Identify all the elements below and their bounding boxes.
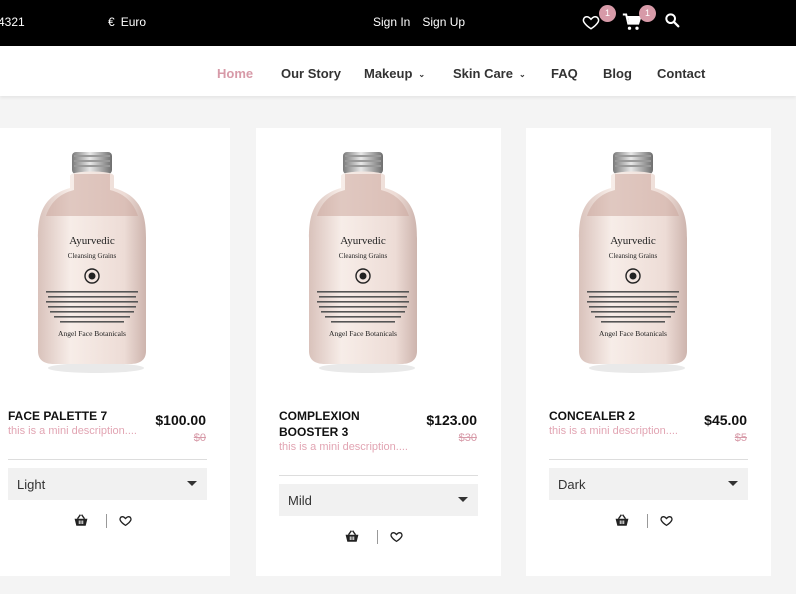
action-divider bbox=[106, 514, 107, 528]
product-name[interactable]: COMPLEXION BOOSTER 3 bbox=[279, 408, 409, 440]
product-card[interactable]: Ayurvedic Cleansing Grains Angel Face Bo… bbox=[0, 128, 230, 576]
add-to-wishlist-button[interactable] bbox=[390, 530, 403, 548]
variant-value: Dark bbox=[558, 477, 586, 492]
action-divider bbox=[377, 530, 378, 544]
nav-faq[interactable]: FAQ bbox=[551, 66, 578, 81]
svg-text:Ayurvedic: Ayurvedic bbox=[69, 235, 115, 247]
product-actions bbox=[0, 514, 215, 530]
product-image[interactable]: Ayurvedic Cleansing Grains Angel Face Bo… bbox=[571, 146, 696, 376]
variant-select[interactable]: Mild bbox=[279, 484, 478, 516]
variant-select[interactable]: Dark bbox=[549, 468, 748, 500]
product-card[interactable]: Ayurvedic Cleansing Grains Angel Face Bo… bbox=[256, 128, 501, 576]
add-to-wishlist-button[interactable] bbox=[660, 514, 673, 532]
top-bar: 4321 € Euro Sign In Sign Up 1 1 bbox=[0, 0, 796, 46]
search-icon bbox=[665, 13, 680, 28]
action-divider bbox=[647, 514, 648, 528]
product-actions bbox=[271, 530, 486, 546]
product-old-price: $30 bbox=[458, 432, 477, 444]
nav-skin-care-label: Skin Care bbox=[453, 66, 513, 81]
product-description: this is a mini description.... bbox=[279, 441, 408, 453]
nav-makeup[interactable]: Makeup ⌄ bbox=[364, 66, 425, 81]
nav-our-story[interactable]: Our Story bbox=[281, 66, 341, 81]
svg-text:Angel Face Botanicals: Angel Face Botanicals bbox=[58, 329, 126, 338]
wishlist-count-badge: 1 bbox=[599, 5, 616, 22]
product-description: this is a mini description.... bbox=[549, 425, 678, 437]
svg-text:Angel Face Botanicals: Angel Face Botanicals bbox=[599, 329, 667, 338]
product-card[interactable]: Ayurvedic Cleansing Grains Angel Face Bo… bbox=[526, 128, 771, 576]
add-to-basket-button[interactable] bbox=[345, 530, 359, 548]
svg-text:Cleansing Grains: Cleansing Grains bbox=[609, 252, 658, 260]
product-old-price: $0 bbox=[193, 432, 206, 444]
variant-value: Mild bbox=[288, 493, 312, 508]
phone-number: 4321 bbox=[0, 15, 25, 29]
nav-skin-care[interactable]: Skin Care ⌄ bbox=[453, 66, 526, 81]
search-button[interactable] bbox=[664, 11, 686, 33]
dropdown-arrow-icon bbox=[458, 497, 468, 502]
nav-home[interactable]: Home bbox=[217, 66, 253, 81]
cart-count-badge: 1 bbox=[639, 5, 656, 22]
auth-links: Sign In Sign Up bbox=[373, 15, 477, 29]
main-navigation: Home Our Story Makeup ⌄ Skin Care ⌄ FAQ Bl… bbox=[0, 46, 796, 96]
product-price: $45.00 bbox=[704, 412, 747, 428]
dropdown-arrow-icon bbox=[728, 481, 738, 486]
product-name-line-2: BOOSTER 3 bbox=[279, 425, 349, 439]
bottle-illustration: Ayurvedic Cleansing Grains Angel Face Bo… bbox=[579, 152, 687, 373]
product-image[interactable]: Ayurvedic Cleansing Grains Angel Face Bo… bbox=[30, 146, 155, 376]
divider bbox=[8, 459, 207, 460]
divider bbox=[549, 459, 748, 460]
bottle-illustration: Ayurvedic Cleansing Grains Angel Face Bo… bbox=[38, 152, 146, 373]
currency-selector[interactable]: € Euro bbox=[108, 15, 146, 29]
nav-makeup-label: Makeup bbox=[364, 66, 413, 81]
currency-label: Euro bbox=[120, 15, 147, 29]
euro-icon: € bbox=[108, 15, 115, 29]
variant-select[interactable]: Light bbox=[8, 468, 207, 500]
heart-icon bbox=[582, 15, 600, 30]
divider bbox=[279, 475, 478, 476]
basket-icon bbox=[74, 514, 88, 526]
add-to-basket-button[interactable] bbox=[615, 514, 629, 532]
product-old-price: $5 bbox=[734, 432, 747, 444]
product-price: $100.00 bbox=[155, 412, 206, 428]
wishlist-button[interactable]: 1 bbox=[582, 5, 616, 33]
nav-contact[interactable]: Contact bbox=[657, 66, 705, 81]
heart-icon bbox=[119, 516, 132, 527]
svg-text:Ayurvedic: Ayurvedic bbox=[340, 235, 386, 247]
svg-text:Cleansing Grains: Cleansing Grains bbox=[68, 252, 117, 260]
chevron-down-icon: ⌄ bbox=[418, 70, 426, 79]
variant-value: Light bbox=[17, 477, 46, 492]
basket-icon bbox=[345, 530, 359, 542]
nav-blog[interactable]: Blog bbox=[603, 66, 632, 81]
heart-icon bbox=[660, 516, 673, 527]
product-image[interactable]: Ayurvedic Cleansing Grains Angel Face Bo… bbox=[301, 146, 426, 376]
svg-text:Angel Face Botanicals: Angel Face Botanicals bbox=[329, 329, 397, 338]
heart-icon bbox=[390, 532, 403, 543]
product-name[interactable]: CONCEALER 2 bbox=[549, 408, 679, 424]
product-price: $123.00 bbox=[426, 412, 477, 428]
sign-in-link[interactable]: Sign In bbox=[373, 15, 410, 29]
chevron-down-icon: ⌄ bbox=[518, 70, 526, 79]
sign-up-link[interactable]: Sign Up bbox=[422, 15, 465, 29]
product-description: this is a mini description.... bbox=[8, 425, 137, 437]
add-to-wishlist-button[interactable] bbox=[119, 514, 132, 532]
add-to-basket-button[interactable] bbox=[74, 514, 88, 532]
product-name[interactable]: FACE PALETTE 7 bbox=[8, 408, 138, 424]
bottle-illustration: Ayurvedic Cleansing Grains Angel Face Bo… bbox=[309, 152, 417, 373]
svg-text:Ayurvedic: Ayurvedic bbox=[610, 235, 656, 247]
dropdown-arrow-icon bbox=[187, 481, 197, 486]
product-actions bbox=[541, 514, 756, 530]
cart-button[interactable]: 1 bbox=[622, 5, 656, 33]
svg-text:Cleansing Grains: Cleansing Grains bbox=[339, 252, 388, 260]
product-name-line-1: COMPLEXION bbox=[279, 409, 360, 423]
basket-icon bbox=[615, 514, 629, 526]
